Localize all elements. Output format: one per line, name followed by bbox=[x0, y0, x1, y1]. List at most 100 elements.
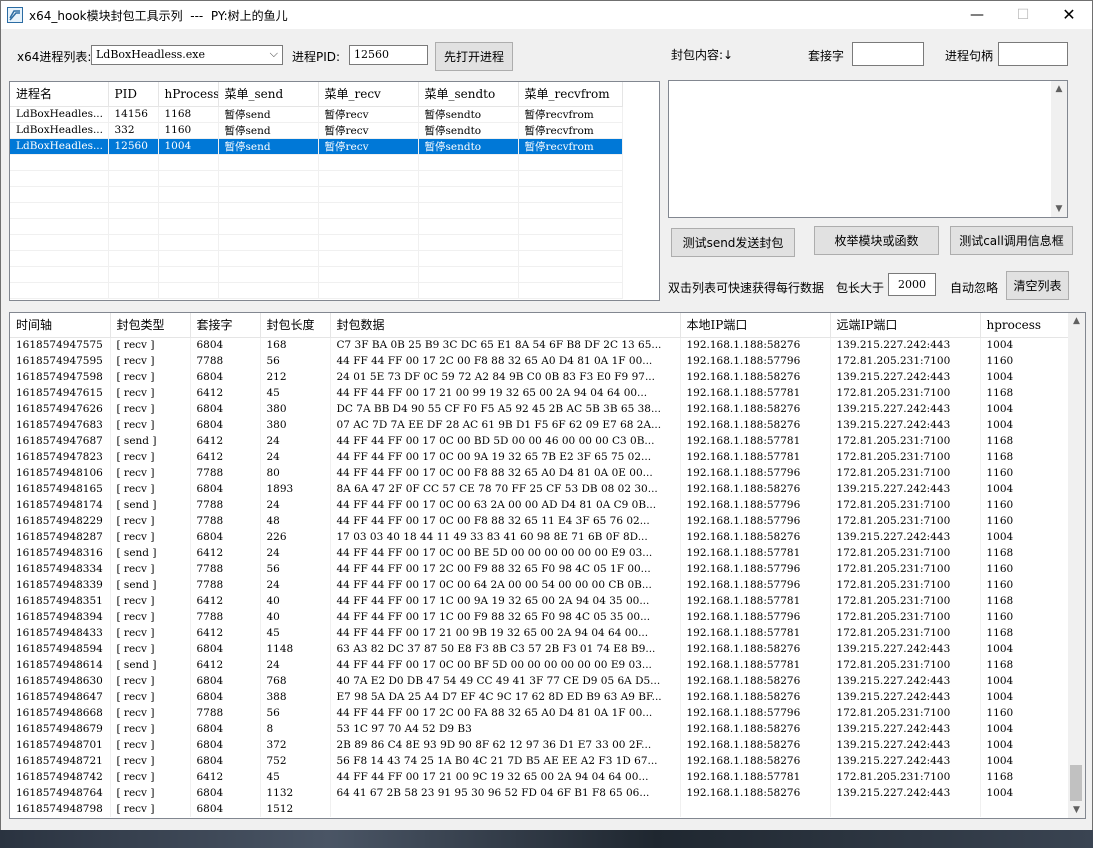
packet-table-cell: 139.215.227.242:443 bbox=[830, 673, 981, 689]
size-filter-field[interactable]: 2000 bbox=[888, 273, 936, 296]
packet-table-cell: 1160 bbox=[980, 513, 1069, 529]
packet-table-header-cell[interactable]: 封包数据 bbox=[330, 313, 681, 338]
process-table-header-cell[interactable]: 菜单_sendto bbox=[418, 82, 519, 107]
scroll-down-icon[interactable]: ▼ bbox=[1068, 802, 1085, 818]
packet-table-header-cell[interactable]: 本地IP端口 bbox=[680, 313, 831, 338]
minimize-button[interactable]: — bbox=[954, 1, 1000, 29]
packet-table-row[interactable]: 1618574948174[ send ] 7788 24 44 FF 44 FF 0… bbox=[10, 497, 1069, 513]
packet-table-row[interactable]: 1618574948798[ recv ] 6804 1512 bbox=[10, 801, 1069, 817]
packet-table-cell: 1004 bbox=[980, 689, 1069, 705]
packet-table-row[interactable]: 1618574948594[ recv ] 6804 1148 63 A3 82 DC… bbox=[10, 641, 1069, 657]
test-call-button[interactable]: 测试call调用信息框 bbox=[950, 226, 1073, 255]
process-table-header-cell[interactable]: 进程名 bbox=[10, 82, 109, 107]
packet-table-cell: 44 FF 44 FF 00 17 0C 00 F8 88 32 65 11 E… bbox=[330, 513, 681, 529]
packet-table-row[interactable]: 1618574947823[ recv ] 6412 24 44 FF 44 FF 0… bbox=[10, 449, 1069, 465]
packet-scrollbar[interactable]: ▲ ▼ bbox=[1068, 313, 1085, 818]
socket-field[interactable] bbox=[852, 42, 924, 66]
packet-table-row[interactable]: 1618574948351[ recv ] 6412 40 44 FF 44 FF 0… bbox=[10, 593, 1069, 609]
packet-table-header-cell[interactable]: 时间轴 bbox=[10, 313, 111, 338]
packet-table-row[interactable]: 1618574947683[ recv ] 6804 380 07 AC 7D 7A … bbox=[10, 417, 1069, 433]
packet-table-cell: 24 bbox=[260, 497, 331, 513]
packet-table-row[interactable]: 1618574948701[ recv ] 6804 372 2B 89 86 C4 … bbox=[10, 737, 1069, 753]
packet-table-row[interactable]: 1618574948394[ recv ] 7788 40 44 FF 44 FF 0… bbox=[10, 609, 1069, 625]
process-list[interactable]: 进程名 PID hProcess 菜单_send 菜单_recv 菜单_sendto 菜单_… bbox=[9, 81, 660, 301]
packet-table-cell: 64 41 67 2B 58 23 91 95 30 96 52 FD 04 6… bbox=[330, 785, 681, 801]
packet-table-cell: 45 bbox=[260, 385, 331, 401]
packet-table-cell: 6804 bbox=[190, 737, 261, 753]
process-table-header-cell[interactable]: PID bbox=[108, 82, 159, 107]
process-table-row[interactable]: LdBoxHeadles... 12560 1004 暂停send 暂停recv 暂停se… bbox=[10, 138, 623, 155]
process-table-header-cell[interactable]: 菜单_recvfrom bbox=[518, 82, 623, 107]
process-table-cell: 1168 bbox=[158, 106, 219, 123]
packet-table-row[interactable]: 1618574947598[ recv ] 6804 212 24 01 5E 73 … bbox=[10, 369, 1069, 385]
process-combo[interactable]: LdBoxHeadless.exe ⌵ bbox=[91, 45, 283, 65]
scroll-down-icon[interactable]: ▼ bbox=[1051, 201, 1067, 217]
handle-label: 进程句柄 bbox=[945, 49, 994, 63]
handle-field[interactable] bbox=[998, 42, 1068, 66]
packet-table-row[interactable]: 1618574947575[ recv ] 6804 168 C7 3F BA 0B … bbox=[10, 337, 1069, 353]
process-table-empty-row bbox=[10, 234, 623, 251]
packet-table-cell: 1160 bbox=[980, 497, 1069, 513]
process-table-header-cell[interactable]: 菜单_send bbox=[218, 82, 319, 107]
packet-table-row[interactable]: 1618574947595[ recv ] 7788 56 44 FF 44 FF 0… bbox=[10, 353, 1069, 369]
packet-table-cell: 1004 bbox=[980, 481, 1069, 497]
chevron-down-icon[interactable]: ⌵ bbox=[270, 47, 278, 61]
packet-table-row[interactable]: 1618574948614[ send ] 6412 24 44 FF 44 FF 0… bbox=[10, 657, 1069, 673]
packet-table-cell: 192.168.1.188:58276 bbox=[680, 785, 831, 801]
packet-table-cell: 6412 bbox=[190, 625, 261, 641]
packet-table-cell: 139.215.227.242:443 bbox=[830, 529, 981, 545]
packet-table-cell: 6412 bbox=[190, 545, 261, 561]
packet-table-cell: 172.81.205.231:7100 bbox=[830, 353, 981, 369]
packet-table-row[interactable]: 1618574948165[ recv ] 6804 1893 8A 6A 47 2F… bbox=[10, 481, 1069, 497]
packet-table-cell: 1893 bbox=[260, 481, 331, 497]
packet-content-memo[interactable]: ▲ ▼ bbox=[668, 80, 1068, 218]
pid-field[interactable]: 12560 bbox=[349, 45, 428, 65]
process-table-header-cell[interactable]: hProcess bbox=[158, 82, 219, 107]
packet-table-row[interactable]: 1618574947687[ send ] 6412 24 44 FF 44 FF 0… bbox=[10, 433, 1069, 449]
scroll-up-icon[interactable]: ▲ bbox=[1051, 81, 1067, 97]
packet-table-row[interactable]: 1618574948630[ recv ] 6804 768 40 7A E2 D0 … bbox=[10, 673, 1069, 689]
packet-table-header-cell[interactable]: 封包类型 bbox=[110, 313, 191, 338]
packet-table-header-cell[interactable]: hprocess bbox=[980, 313, 1069, 338]
packet-table-row[interactable]: 1618574948334[ recv ] 7788 56 44 FF 44 FF 0… bbox=[10, 561, 1069, 577]
test-send-button[interactable]: 测试send发送封包 bbox=[671, 228, 795, 257]
clear-list-button[interactable]: 清空列表 bbox=[1006, 271, 1069, 300]
process-table-row[interactable]: LdBoxHeadles... 332 1160 暂停send 暂停recv 暂停send… bbox=[10, 122, 623, 139]
packet-table-row[interactable]: 1618574948742[ recv ] 6412 45 44 FF 44 FF 0… bbox=[10, 769, 1069, 785]
packet-table-row[interactable]: 1618574948764[ recv ] 6804 1132 64 41 67 2B… bbox=[10, 785, 1069, 801]
packet-table-row[interactable]: 1618574948339[ send ] 7788 24 44 FF 44 FF 0… bbox=[10, 577, 1069, 593]
packet-table-row[interactable]: 1618574947615[ recv ] 6412 45 44 FF 44 FF 0… bbox=[10, 385, 1069, 401]
packet-table-header-cell[interactable]: 封包长度 bbox=[260, 313, 331, 338]
packet-table-row[interactable]: 1618574948287[ recv ] 6804 226 17 03 03 40 … bbox=[10, 529, 1069, 545]
process-table-header-cell[interactable]: 菜单_recv bbox=[318, 82, 419, 107]
packet-table-cell: 63 A3 82 DC 37 87 50 E8 F3 8B C3 57 2B F… bbox=[330, 641, 681, 657]
packet-table-cell: [ send ] bbox=[110, 497, 191, 513]
packet-table-header-cell[interactable]: 套接字 bbox=[190, 313, 261, 338]
packet-list[interactable]: 时间轴 封包类型 套接字 封包长度 封包数据 本地IP端口 远端IP端口 hprocess 1… bbox=[9, 312, 1086, 819]
packet-table-row[interactable]: 1618574947626[ recv ] 6804 380 DC 7A BB D4 … bbox=[10, 401, 1069, 417]
packet-table-row[interactable]: 1618574948106[ recv ] 7788 80 44 FF 44 FF 0… bbox=[10, 465, 1069, 481]
memo-scrollbar[interactable]: ▲ ▼ bbox=[1051, 81, 1067, 217]
packet-table-row[interactable]: 1618574948668[ recv ] 7788 56 44 FF 44 FF 0… bbox=[10, 705, 1069, 721]
process-table-cell: 暂停send bbox=[218, 122, 319, 139]
packet-table-cell: 1168 bbox=[980, 433, 1069, 449]
process-table-row[interactable]: LdBoxHeadles... 14156 1168 暂停send 暂停recv 暂停se… bbox=[10, 106, 623, 123]
packet-table-header-cell[interactable]: 远端IP端口 bbox=[830, 313, 981, 338]
scroll-up-icon[interactable]: ▲ bbox=[1068, 313, 1085, 329]
scrollbar-thumb[interactable] bbox=[1070, 765, 1082, 801]
packet-table-cell bbox=[980, 801, 1069, 817]
packet-table-cell: 6412 bbox=[190, 593, 261, 609]
packet-table-cell: 768 bbox=[260, 673, 331, 689]
packet-table-row[interactable]: 1618574948721[ recv ] 6804 752 56 F8 14 43 … bbox=[10, 753, 1069, 769]
packet-table-row[interactable]: 1618574948679[ recv ] 6804 8 53 1C 97 70 A4… bbox=[10, 721, 1069, 737]
packet-table-row[interactable]: 1618574948647[ recv ] 6804 388 E7 98 5A DA … bbox=[10, 689, 1069, 705]
packet-table-cell: 139.215.227.242:443 bbox=[830, 721, 981, 737]
maximize-button[interactable]: ☐ bbox=[1000, 1, 1046, 29]
packet-table-row[interactable]: 1618574948229[ recv ] 7788 48 44 FF 44 FF 0… bbox=[10, 513, 1069, 529]
packet-table-cell: [ send ] bbox=[110, 433, 191, 449]
packet-table-row[interactable]: 1618574948433[ recv ] 6412 45 44 FF 44 FF 0… bbox=[10, 625, 1069, 641]
open-process-button[interactable]: 先打开进程 bbox=[435, 42, 513, 71]
packet-table-row[interactable]: 1618574948316[ send ] 6412 24 44 FF 44 FF 0… bbox=[10, 545, 1069, 561]
close-button[interactable]: ✕ bbox=[1046, 1, 1092, 29]
enum-module-button[interactable]: 枚举模块或函数 bbox=[814, 226, 939, 255]
